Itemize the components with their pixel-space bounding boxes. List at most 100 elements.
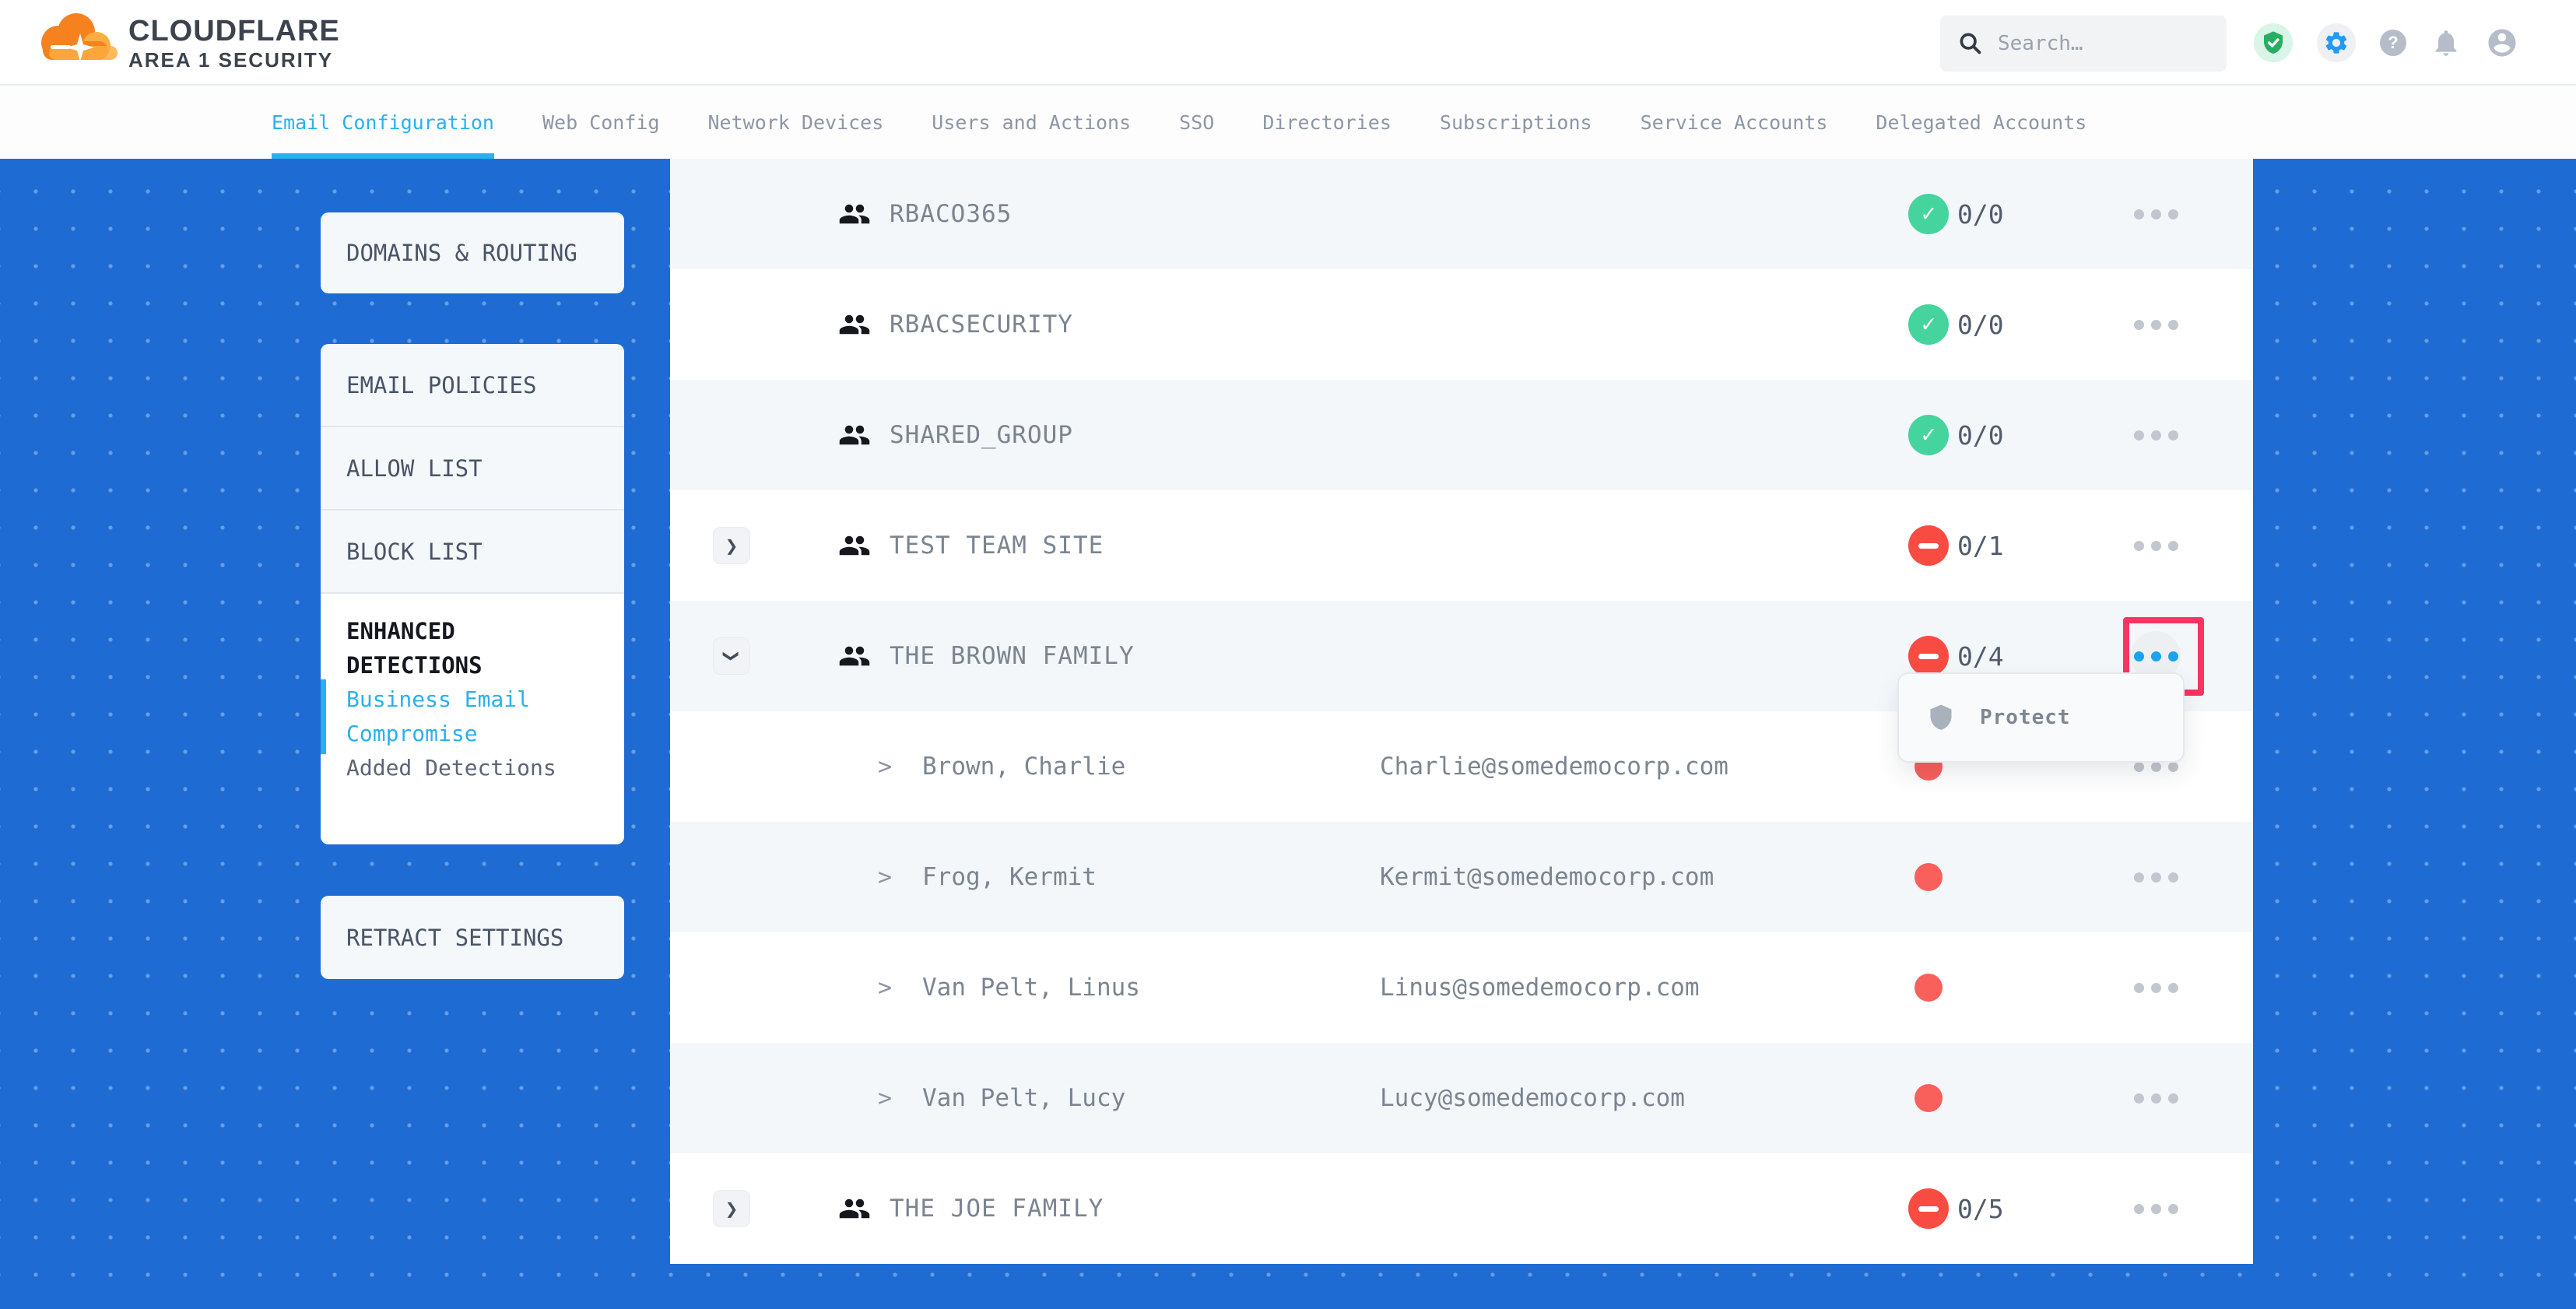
sidebar-enhanced-item[interactable]: Added Detections: [346, 751, 598, 785]
config-tab-label: Users and Actions: [932, 111, 1131, 134]
user-email: Kermit@somedemocorp.com: [1380, 822, 1714, 932]
chevron-icon: [724, 650, 739, 663]
group-name: THE BROWN FAMILY: [890, 601, 1135, 711]
config-tab[interactable]: Users and Actions: [932, 86, 1131, 159]
search-input[interactable]: [1998, 32, 2209, 55]
expand-toggle-button[interactable]: [713, 1190, 750, 1227]
enhanced-detections-list: Business Email Compromise Added Detectio…: [346, 683, 598, 785]
sidebar-item-domains-routing[interactable]: DOMAINS & ROUTING: [321, 212, 624, 293]
table-row-group[interactable]: SHARED_GROUP 0/0: [670, 380, 2253, 490]
sidebar-label: DOMAINS & ROUTING: [346, 240, 577, 266]
ellipsis-icon: [2134, 983, 2144, 993]
config-tab-label: Web Config: [542, 111, 660, 134]
row-menu-button[interactable]: [2131, 852, 2181, 902]
sidebar-policy-label: ALLOW LIST: [346, 455, 483, 482]
row-menu-button[interactable]: [2131, 410, 2181, 460]
expand-toggle-button[interactable]: [713, 637, 750, 675]
sidebar-label: RETRACT SETTINGS: [346, 925, 563, 951]
group-icon: [838, 640, 871, 672]
sidebar-enhanced-label: Added Detections: [346, 755, 556, 781]
search-box[interactable]: [1940, 16, 2227, 72]
group-name: TEST TEAM SITE: [890, 490, 1104, 601]
member-count: 0/1: [1957, 490, 2004, 601]
config-tab-label: Subscriptions: [1440, 111, 1592, 134]
table-row-group[interactable]: THE JOE FAMILY 0/5: [670, 1153, 2253, 1264]
row-menu-button[interactable]: [2131, 189, 2181, 239]
row-menu-button[interactable]: [2131, 1073, 2181, 1123]
check-icon: [1921, 200, 1936, 227]
config-tab[interactable]: Service Accounts: [1641, 86, 1828, 159]
settings-gear-icon[interactable]: [2317, 23, 2356, 62]
chevron-icon: [878, 1043, 892, 1153]
sidebar-enhanced-item[interactable]: Business Email Compromise: [346, 683, 598, 751]
config-tab-label: Delegated Accounts: [1876, 111, 2086, 134]
sidebar-enhanced-label: Business Email Compromise: [346, 686, 530, 746]
chevron-icon: [878, 822, 892, 932]
user-email: Charlie@somedemocorp.com: [1380, 711, 1728, 822]
config-tab-label: Service Accounts: [1641, 111, 1828, 134]
group-icon: [838, 198, 871, 230]
sidebar-policy-item[interactable]: EMAIL POLICIES: [321, 344, 624, 427]
sidebar-enhanced-detections: ENHANCED DETECTIONS Business Email Compr…: [321, 594, 624, 844]
user-email: Lucy@somedemocorp.com: [1380, 1043, 1685, 1153]
sidebar-policy-item[interactable]: ALLOW LIST: [321, 427, 624, 511]
group-name: THE JOE FAMILY: [890, 1153, 1104, 1264]
sidebar-policies-card: EMAIL POLICIES ALLOW LIST BLOCK LIST ENH…: [321, 344, 624, 844]
group-icon: [838, 308, 871, 341]
enhanced-detections-title: ENHANCED DETECTIONS: [346, 614, 525, 683]
minus-icon: [1918, 543, 1939, 549]
context-menu-item-protect[interactable]: Protect: [1899, 674, 2183, 761]
table-row-user[interactable]: Frog, Kermit Kermit@somedemocorp.com: [670, 822, 2253, 932]
ellipsis-icon: [2134, 320, 2144, 330]
user-name: Brown, Charlie: [922, 711, 1125, 822]
config-tab[interactable]: Web Config: [542, 86, 660, 159]
config-tabs: Email Configuration Web Config Network D…: [272, 86, 2086, 159]
sidebar-item-retract-settings[interactable]: RETRACT SETTINGS: [321, 896, 624, 979]
table-row-group[interactable]: TEST TEAM SITE 0/1: [670, 490, 2253, 601]
header-icon-cluster: ?: [2254, 0, 2576, 86]
chevron-icon: [878, 932, 892, 1043]
config-tab[interactable]: Subscriptions: [1440, 86, 1592, 159]
group-name: RBACSECURITY: [890, 269, 1073, 380]
notifications-bell-icon[interactable]: [2430, 27, 2462, 58]
context-menu-label: Protect: [1980, 706, 2071, 729]
group-icon: [838, 529, 871, 562]
help-icon[interactable]: ?: [2380, 30, 2406, 56]
expand-toggle-button[interactable]: [713, 527, 750, 564]
table-row-user[interactable]: Van Pelt, Lucy Lucy@somedemocorp.com: [670, 1043, 2253, 1153]
sidebar-policy-item[interactable]: BLOCK LIST: [321, 511, 624, 594]
table-row-user[interactable]: Van Pelt, Linus Linus@somedemocorp.com: [670, 932, 2253, 1043]
ellipsis-icon: [2134, 1093, 2144, 1104]
user-name: Frog, Kermit: [922, 822, 1097, 932]
row-menu-button[interactable]: [2131, 521, 2181, 570]
config-tab[interactable]: Delegated Accounts: [1876, 86, 2086, 159]
context-menu: Protect: [1897, 672, 2185, 763]
member-count: 0/5: [1957, 1153, 2004, 1264]
account-icon[interactable]: [2486, 26, 2518, 59]
table-row-group[interactable]: RBACO365 0/0: [670, 159, 2253, 269]
config-tab[interactable]: Directories: [1262, 86, 1392, 159]
ellipsis-icon: [2134, 430, 2144, 440]
minus-icon: [1918, 1206, 1939, 1212]
row-menu-button[interactable]: [2131, 300, 2181, 349]
ellipsis-icon: [2134, 209, 2144, 219]
ellipsis-icon: [2134, 872, 2144, 883]
shield-icon: [1927, 702, 1955, 733]
row-menu-button[interactable]: [2131, 963, 2181, 1012]
status-badge: [1908, 1188, 1949, 1229]
status-badge: [1908, 415, 1949, 455]
sidebar-policy-label: BLOCK LIST: [346, 539, 483, 565]
shield-check-icon[interactable]: [2254, 23, 2293, 62]
table-row-group[interactable]: RBACSECURITY 0/0: [670, 269, 2253, 380]
group-icon: [838, 419, 871, 451]
minus-icon: [1918, 654, 1939, 659]
check-icon: [1921, 311, 1936, 338]
chevron-icon: [878, 711, 892, 822]
config-tab[interactable]: SSO: [1179, 86, 1214, 159]
config-tab-label: Email Configuration: [272, 111, 494, 134]
status-dot: [1914, 1084, 1943, 1112]
config-tab[interactable]: Network Devices: [708, 86, 884, 159]
config-tab[interactable]: Email Configuration: [272, 86, 494, 159]
row-menu-button[interactable]: [2131, 1184, 2181, 1234]
config-tab-label: Network Devices: [708, 111, 884, 134]
